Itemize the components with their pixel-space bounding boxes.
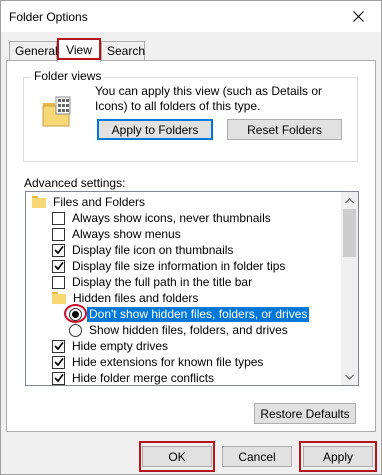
advanced-settings-tree: Files and Folders Always show icons, nev…	[25, 191, 359, 386]
folder-views-label: Folder views	[31, 69, 105, 83]
folder-icon	[52, 292, 66, 304]
option-hide-empty-drives[interactable]: Hide empty drives	[52, 338, 170, 354]
tree-folder-files-and-folders: Files and Folders	[32, 194, 147, 210]
checkbox-checked[interactable]	[52, 355, 65, 369]
tab-search[interactable]: Search	[101, 41, 145, 61]
cancel-button[interactable]: Cancel	[222, 446, 292, 467]
advanced-settings-label: Advanced settings:	[24, 176, 126, 190]
checkbox[interactable]	[52, 275, 65, 289]
apply-to-folders-button[interactable]: Apply to Folders	[97, 119, 213, 140]
window-title: Folder Options	[9, 9, 88, 24]
option-label: Display file icon on thumbnails	[72, 242, 234, 257]
option-label: Always show icons, never thumbnails	[72, 210, 271, 225]
radio-selected[interactable]	[69, 307, 82, 321]
close-icon	[352, 11, 364, 22]
tree-folder-label: Hidden files and folders	[73, 290, 199, 305]
scroll-down-arrow-icon[interactable]	[341, 368, 358, 385]
option-label: Always show menus	[72, 226, 181, 241]
checkbox[interactable]	[52, 227, 65, 241]
option-always-show-icons[interactable]: Always show icons, never thumbnails	[52, 210, 273, 226]
option-label: Show hidden files, folders, and drives	[89, 322, 288, 337]
option-always-show-menus[interactable]: Always show menus	[52, 226, 183, 242]
close-button[interactable]	[335, 1, 381, 32]
apply-button[interactable]: Apply	[303, 446, 373, 467]
folder-views-icon	[41, 96, 73, 131]
checkbox-checked[interactable]	[52, 371, 65, 385]
tree-folder-label: Files and Folders	[53, 194, 146, 209]
folder-options-dialog: Folder Options General View Search Folde…	[0, 0, 382, 475]
folder-icon	[32, 196, 46, 208]
option-label: Don't show hidden files, folders, or dri…	[87, 306, 310, 322]
title-bar: Folder Options	[1, 1, 381, 32]
option-label: Hide extensions for known file types	[72, 354, 264, 369]
option-display-full-path[interactable]: Display the full path in the title bar	[52, 274, 254, 290]
checkbox-checked[interactable]	[52, 259, 65, 273]
option-show-hidden[interactable]: Show hidden files, folders, and drives	[69, 322, 290, 338]
vertical-scrollbar[interactable]	[341, 192, 358, 385]
scrollbar-thumb[interactable]	[343, 209, 356, 257]
checkbox-checked[interactable]	[52, 243, 65, 257]
restore-defaults-button[interactable]: Restore Defaults	[254, 403, 356, 424]
option-display-file-size[interactable]: Display file size information in folder …	[52, 258, 287, 274]
option-hide-merge-conflicts[interactable]: Hide folder merge conflicts	[52, 370, 216, 385]
tab-view[interactable]: View	[57, 38, 101, 62]
check-icon	[53, 246, 64, 255]
option-display-file-icon[interactable]: Display file icon on thumbnails	[52, 242, 235, 258]
tab-general[interactable]: General	[9, 41, 58, 61]
option-label: Hide empty drives	[72, 338, 169, 353]
check-icon	[53, 342, 64, 351]
option-hide-extensions[interactable]: Hide extensions for known file types	[52, 354, 265, 370]
scroll-up-arrow-icon[interactable]	[341, 192, 358, 209]
option-label: Display file size information in folder …	[72, 258, 286, 273]
check-icon	[53, 262, 64, 271]
ok-button[interactable]: OK	[142, 446, 212, 467]
radio[interactable]	[69, 323, 82, 337]
tree-folder-hidden-files: Hidden files and folders	[52, 290, 200, 306]
reset-folders-button[interactable]: Reset Folders	[227, 119, 342, 140]
folder-views-description: You can apply this view (such as Details…	[95, 84, 323, 113]
checkbox[interactable]	[52, 211, 65, 225]
option-label: Display the full path in the title bar	[72, 274, 253, 289]
option-dont-show-hidden[interactable]: Don't show hidden files, folders, or dri…	[69, 306, 310, 322]
check-icon	[53, 358, 64, 367]
checkbox-checked[interactable]	[52, 339, 65, 353]
check-icon	[53, 374, 64, 383]
option-label: Hide folder merge conflicts	[72, 370, 215, 385]
